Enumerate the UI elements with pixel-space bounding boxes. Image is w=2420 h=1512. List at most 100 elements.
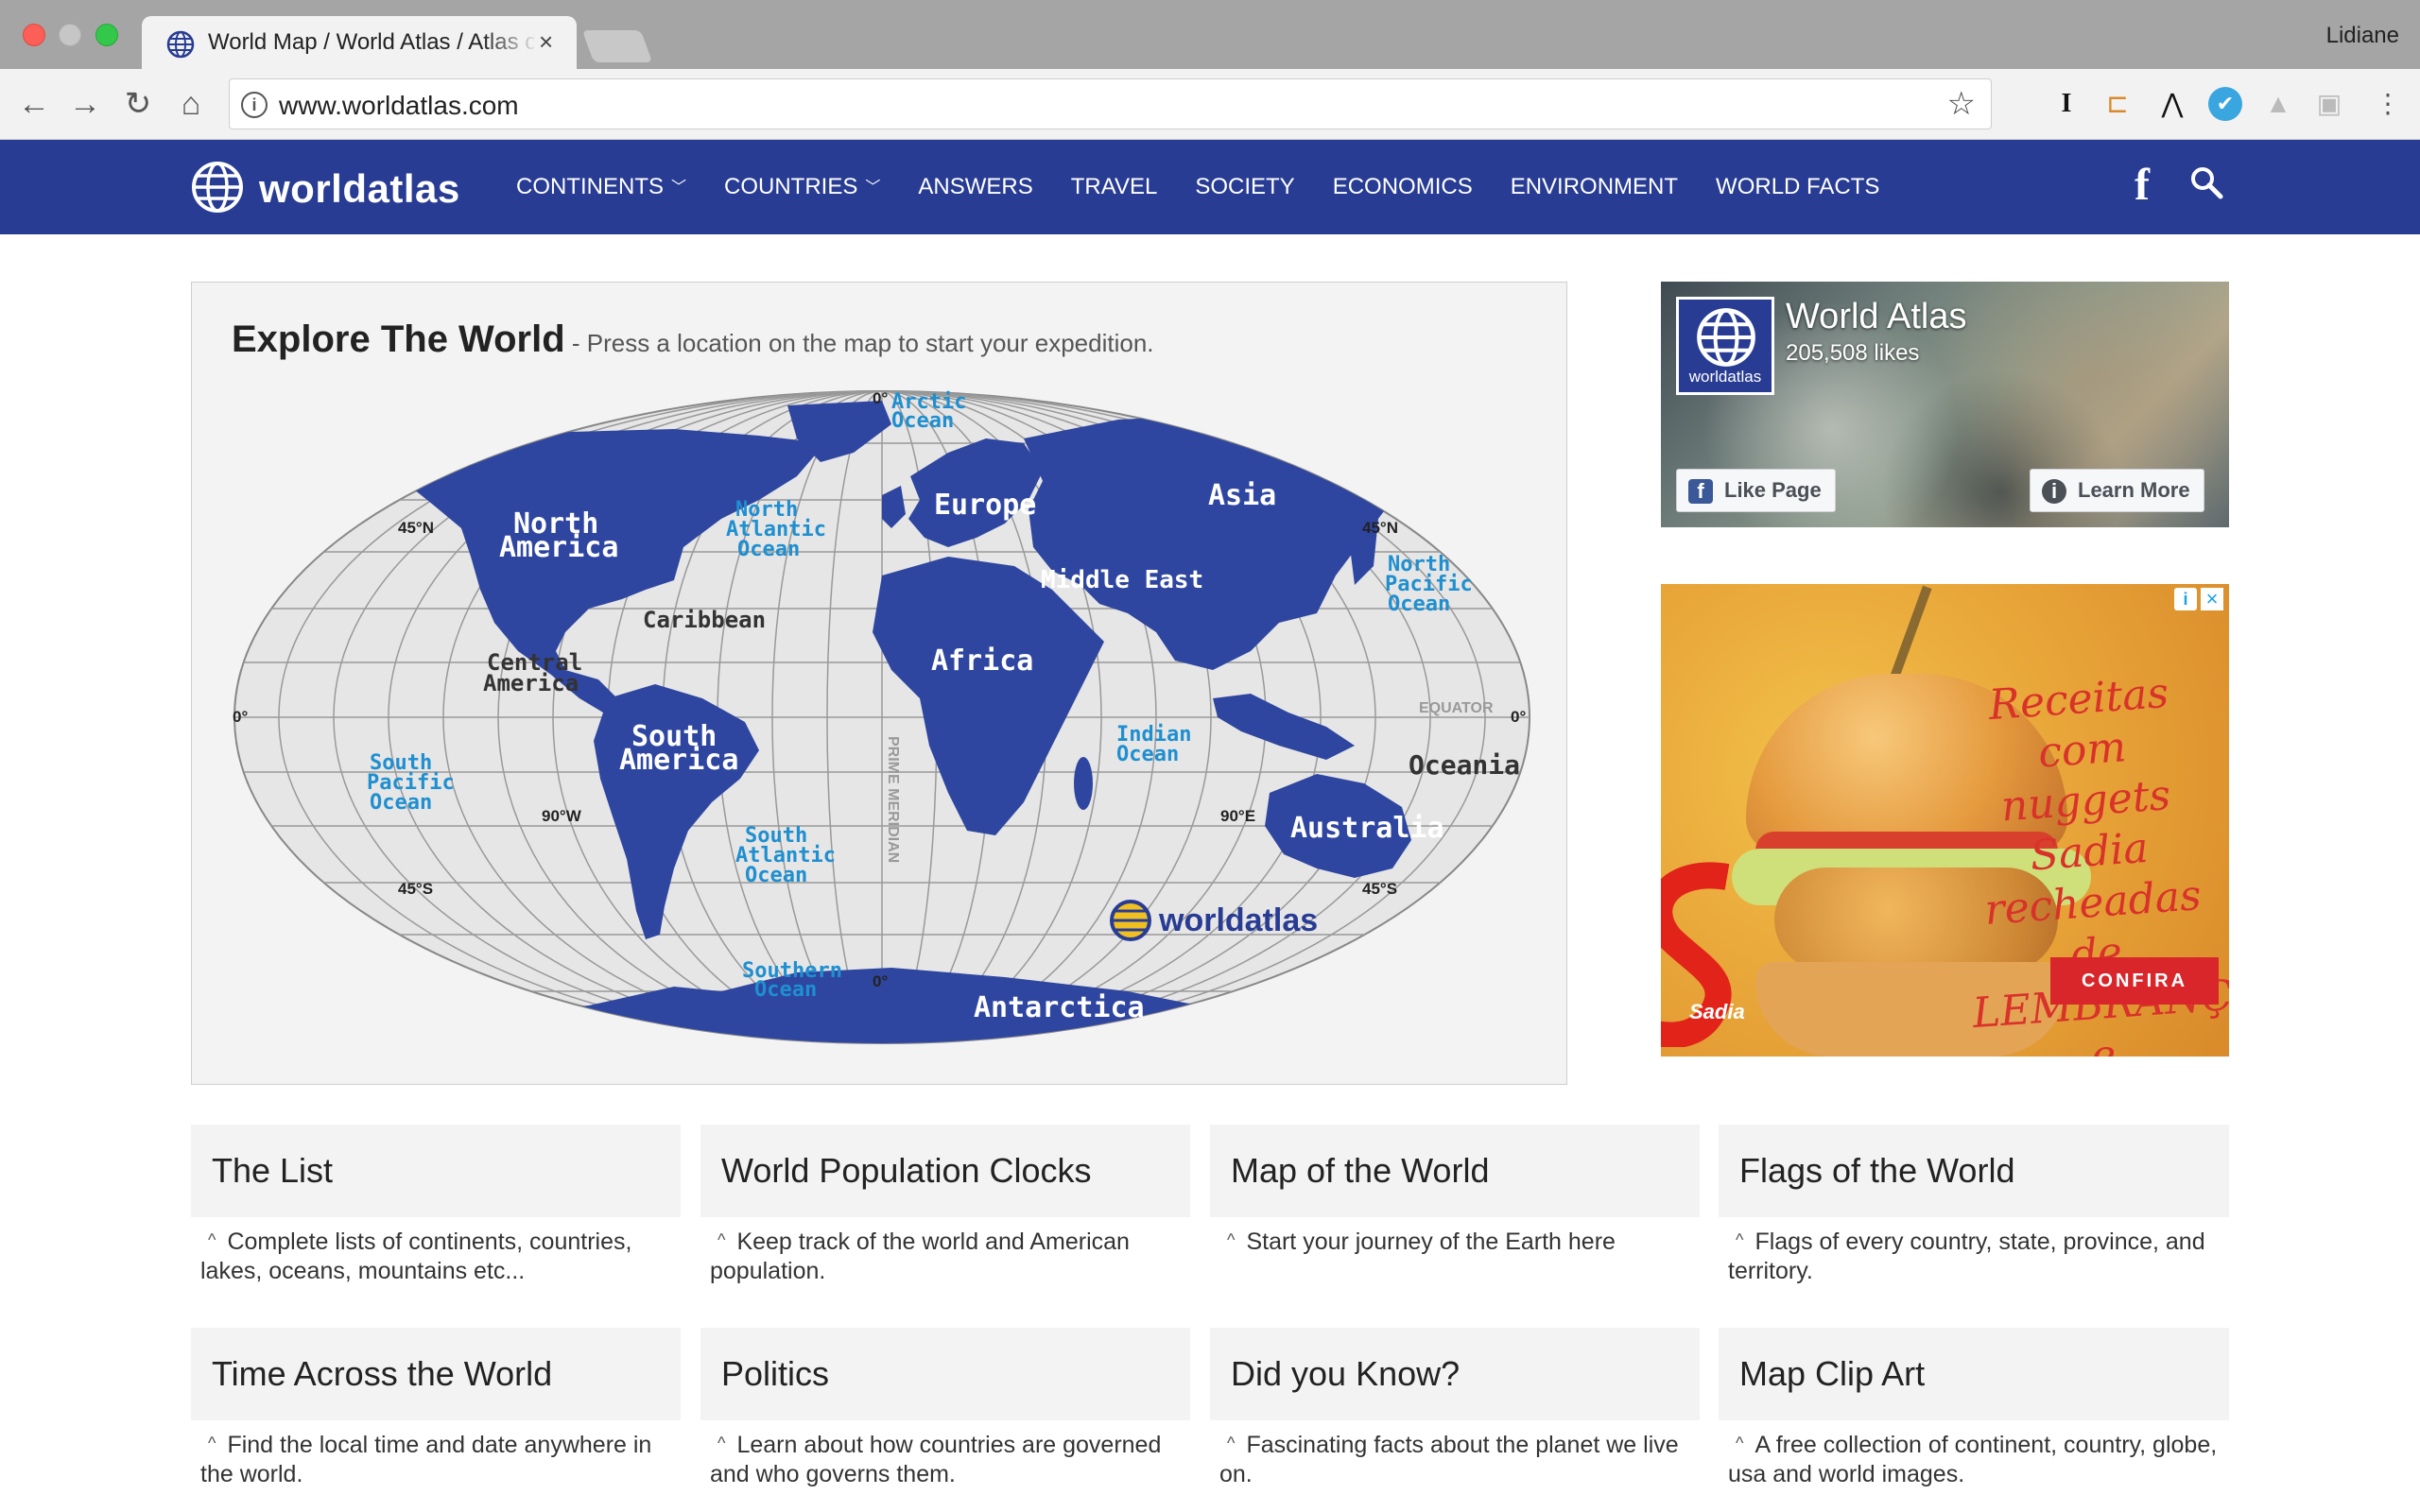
card-map-of-world[interactable]: Map of the World ^ Start your journey of … [1210, 1125, 1700, 1258]
world-map[interactable]: North America South America Europe Asia … [230, 387, 1534, 1048]
label-australia[interactable]: Australia [1290, 812, 1444, 845]
address-bar[interactable]: i www.worldatlas.com ☆ [229, 78, 1992, 129]
tab-close-icon[interactable]: × [539, 27, 553, 57]
tab-title-fade [482, 24, 539, 61]
like-page-button[interactable]: f Like Page [1676, 469, 1836, 512]
window-zoom-button[interactable] [95, 24, 118, 46]
madagascar [1074, 757, 1093, 810]
map-heading: Explore The World [232, 318, 565, 360]
search-icon[interactable] [2188, 164, 2226, 202]
feedly-icon[interactable]: ⋀ [2155, 87, 2189, 121]
chevron-up-icon: ^ [1227, 1434, 1236, 1452]
label-southern-ocean-2: Ocean [754, 978, 817, 1002]
browser-tab[interactable]: World Map / World Atlas / Atlas of the W… [142, 16, 577, 70]
card-map-clip-art[interactable]: Map Clip Art ^ A free collection of conti… [1719, 1328, 2229, 1488]
logo-globe-icon [1697, 308, 1755, 367]
card-title[interactable]: World Population Clocks [700, 1125, 1190, 1217]
chevron-up-icon: ^ [717, 1230, 726, 1249]
card-description: ^ Start your journey of the Earth here [1227, 1228, 1616, 1255]
chevron-up-icon: ^ [208, 1230, 216, 1249]
globe-icon [166, 30, 195, 59]
chevron-down-icon: ﹀ [671, 180, 687, 196]
nav-continents[interactable]: CONTINENTS ﹀ [516, 174, 686, 200]
label-indian-ocean-2: Ocean [1116, 743, 1179, 766]
back-icon[interactable]: ← [15, 85, 53, 123]
label-zero-left: 0° [233, 708, 248, 726]
nav-environment[interactable]: ENVIRONMENT [1511, 174, 1678, 200]
card-title[interactable]: Map of the World [1210, 1125, 1700, 1217]
label-caribbean[interactable]: Caribbean [643, 607, 766, 633]
label-prime-meridian: PRIME MERIDIAN [885, 736, 901, 863]
main-menu: CONTINENTS ﹀ COUNTRIES ﹀ ANSWERS TRAVEL SO… [516, 140, 1917, 234]
new-tab-button[interactable] [581, 30, 653, 62]
forward-icon[interactable]: → [66, 85, 104, 123]
card-title[interactable]: The List [191, 1125, 681, 1217]
instapaper-icon[interactable]: I [2049, 87, 2083, 121]
label-north-atlantic-3: Ocean [737, 538, 800, 561]
label-lat-45s-left: 45°S [398, 880, 433, 898]
label-south-america-2: America [619, 744, 738, 777]
chevron-down-icon: ﹀ [865, 180, 881, 196]
advertisement[interactable]: Sadia Receitas com nuggets Sadia rechead… [1661, 584, 2229, 1057]
label-asia[interactable]: Asia [1208, 479, 1276, 512]
menu-dots-icon[interactable]: ⋮ [2371, 87, 2405, 121]
label-oceania[interactable]: Oceania [1409, 749, 1520, 781]
card-title[interactable]: Flags of the World [1719, 1125, 2229, 1217]
url-text[interactable]: www.worldatlas.com [279, 91, 519, 121]
cast-icon[interactable]: ▣ [2312, 87, 2346, 121]
profile-name[interactable]: Lidiane [2326, 23, 2399, 49]
window-minimize-button[interactable] [59, 24, 81, 46]
card-title[interactable]: Time Across the World [191, 1328, 681, 1420]
card-politics[interactable]: Politics ^ Learn about how countries are … [700, 1328, 1190, 1488]
site-navbar: worldatlas CONTINENTS ﹀ COUNTRIES ﹀ ANSWER… [0, 140, 2420, 234]
home-icon[interactable]: ⌂ [172, 85, 210, 123]
map-subheading: - Press a location on the map to start y… [564, 329, 1154, 357]
fb-page-name[interactable]: World Atlas [1786, 297, 1966, 337]
card-the-list[interactable]: The List ^ Complete lists of continents, … [191, 1125, 681, 1285]
drive-icon[interactable]: ▲ [2261, 87, 2295, 121]
ad-close-icon[interactable]: × [2201, 588, 2223, 610]
card-did-you-know[interactable]: Did you Know? ^ Fascinating facts about t… [1210, 1328, 1700, 1488]
info-icon[interactable]: i [241, 92, 268, 118]
facebook-icon[interactable]: f [2135, 159, 2150, 211]
card-description: ^ Flags of every country, state, province… [1728, 1228, 2205, 1284]
window-close-button[interactable] [23, 24, 45, 46]
browser-toolbar: ← → ↻ ⌂ i www.worldatlas.com ☆ I ⊏ ⋀ ✔ ▲… [0, 69, 2420, 140]
label-north-pacific-3: Ocean [1388, 593, 1450, 616]
label-africa[interactable]: Africa [931, 644, 1033, 678]
card-description: ^ Fascinating facts about the planet we l… [1219, 1432, 1679, 1487]
ad-cta-button[interactable]: CONFIRA [2050, 957, 2219, 1005]
chevron-up-icon: ^ [208, 1434, 216, 1452]
facebook-icon: f [1688, 479, 1713, 504]
reload-icon[interactable]: ↻ [119, 85, 157, 123]
map-watermark: worldatlas [1110, 900, 1318, 941]
bookmark-star-icon[interactable]: ☆ [1947, 85, 1976, 123]
nav-answers[interactable]: ANSWERS [918, 174, 1032, 200]
nav-countries[interactable]: COUNTRIES ﹀ [724, 174, 880, 200]
map-header: Explore The World - Press a location on … [232, 318, 1154, 361]
card-title[interactable]: Map Clip Art [1719, 1328, 2229, 1420]
nav-travel[interactable]: TRAVEL [1071, 174, 1158, 200]
label-europe[interactable]: Europe [934, 489, 1036, 522]
nav-economics[interactable]: ECONOMICS [1333, 174, 1473, 200]
label-lat-45n-right: 45°N [1362, 519, 1398, 537]
facebook-page-widget[interactable]: worldatlas World Atlas 205,508 likes f Li… [1661, 282, 2229, 527]
adchoices-icon[interactable]: i [2174, 588, 2197, 610]
nav-society[interactable]: SOCIETY [1195, 174, 1294, 200]
vpn-icon[interactable]: ✔ [2208, 87, 2242, 121]
label-middle-east[interactable]: Middle East [1041, 566, 1203, 594]
card-flags[interactable]: Flags of the World ^ Flags of every count… [1719, 1125, 2229, 1285]
label-antarctica[interactable]: Antarctica [974, 991, 1145, 1024]
logo-text: worldatlas [259, 166, 460, 211]
chevron-up-icon: ^ [1227, 1230, 1236, 1249]
label-south-atlantic-3: Ocean [745, 864, 807, 887]
browser-titlebar: World Map / World Atlas / Atlas of the W… [0, 0, 2420, 70]
card-title[interactable]: Did you Know? [1210, 1328, 1700, 1420]
extension-icon[interactable]: ⊏ [2100, 87, 2135, 121]
card-title[interactable]: Politics [700, 1328, 1190, 1420]
learn-more-button[interactable]: i Learn More [2030, 469, 2204, 512]
card-population-clocks[interactable]: World Population Clocks ^ Keep track of t… [700, 1125, 1190, 1285]
card-time-across-world[interactable]: Time Across the World ^ Find the local ti… [191, 1328, 681, 1488]
page-avatar[interactable]: worldatlas [1676, 297, 1774, 395]
nav-world-facts[interactable]: WORLD FACTS [1716, 174, 1879, 200]
